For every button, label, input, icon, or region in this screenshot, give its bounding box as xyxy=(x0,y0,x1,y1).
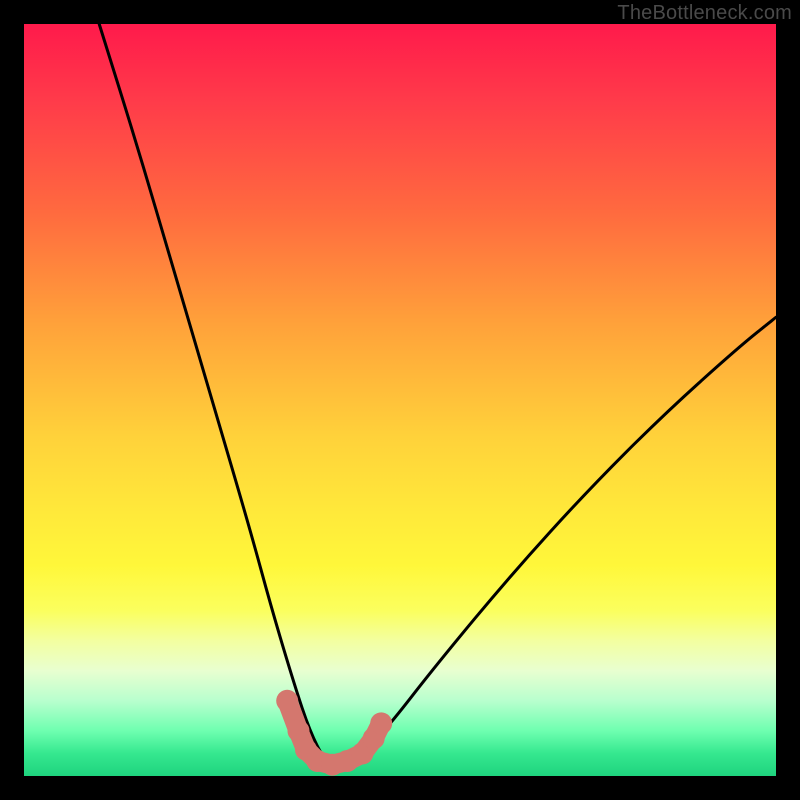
curve-layer xyxy=(24,24,776,776)
watermark-text: TheBottleneck.com xyxy=(617,2,792,25)
plot-area xyxy=(24,24,776,776)
marker-point xyxy=(287,720,309,742)
marker-point xyxy=(370,712,392,734)
chart-frame: TheBottleneck.com xyxy=(0,0,800,800)
marker-point xyxy=(276,690,298,712)
bottleneck-curve xyxy=(99,24,776,767)
